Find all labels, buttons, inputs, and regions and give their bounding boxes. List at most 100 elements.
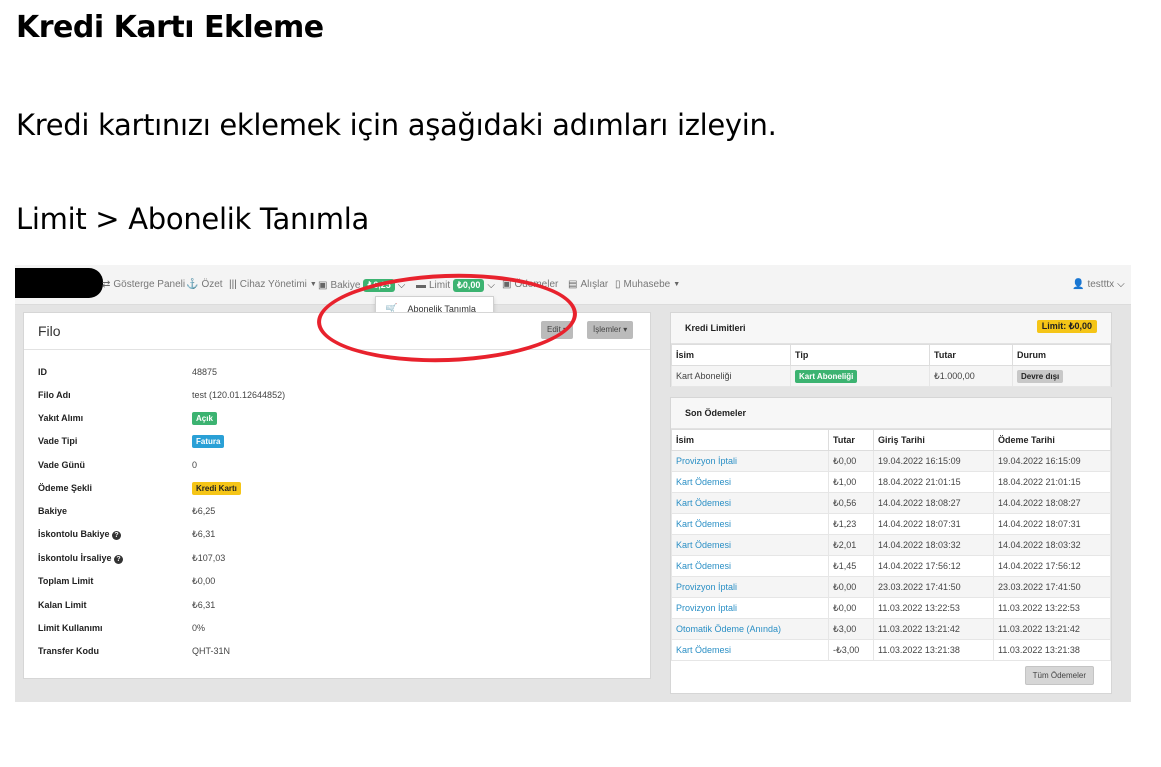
kredi-table: İsim Tip Tutar Durum Kart Aboneliği Kart… — [671, 344, 1111, 387]
panel-header: Kredi Limitleri Limit: ₺0,00 — [671, 313, 1111, 344]
row-label: ID — [38, 367, 47, 377]
actions-button-label: İşlemler — [593, 325, 622, 334]
panel-title: Son Ödemeler — [685, 408, 747, 418]
nav-ozet-label: Özet — [201, 279, 223, 290]
cell-tutar: ₺1,23 — [828, 513, 874, 535]
doc-path: Limit > Abonelik Tanımla — [16, 202, 369, 236]
table-row: Otomatik Ödeme (Anında) ₺3,00 11.03.2022 1… — [671, 618, 1111, 640]
payment-link[interactable]: Kart Ödemesi — [676, 645, 731, 655]
row-label: Filo Adı — [38, 390, 71, 400]
row-label: Toplam Limit — [38, 576, 94, 586]
cell-tutar: ₺3,00 — [828, 618, 874, 640]
table-row: Kart Ödemesi ₺0,56 14.04.2022 18:08:27 14.0… — [671, 492, 1111, 514]
nav-muhasebe-label: Muhasebe — [623, 279, 671, 290]
payment-link[interactable]: Kart Ödemesi — [676, 519, 731, 529]
payment-link[interactable]: Provizyon İptali — [676, 456, 737, 466]
payment-link[interactable]: Kart Ödemesi — [676, 498, 731, 508]
row-value: test (120.01.12644852) — [192, 390, 286, 400]
cell-giris: 23.03.2022 17:41:50 — [873, 576, 994, 598]
doc-intro: Kredi kartınızı eklemek için aşağıdaki a… — [16, 108, 777, 142]
row-label: İskontolu Bakiye — [38, 529, 110, 539]
cell-odeme: 19.04.2022 16:15:09 — [993, 450, 1111, 472]
cell-isim: Kart Aboneliği — [671, 365, 791, 387]
nav-cihaz[interactable]: ||| Cihaz Yönetimi ▼ — [229, 279, 317, 290]
cell-giris: 14.04.2022 18:03:32 — [873, 534, 994, 556]
nav-muhasebe[interactable]: ▯ Muhasebe ▼ — [615, 279, 680, 290]
question-icon[interactable]: ? — [114, 555, 124, 564]
row-label: İskontolu İrsaliye — [38, 553, 112, 563]
payment-link[interactable]: Provizyon İptali — [676, 603, 737, 613]
navbar: ⇄ Gösterge Paneli ⚓ Özet ||| Cihaz Yönetimi… — [15, 265, 1131, 305]
row-label: Limit Kullanımı — [38, 623, 103, 633]
user-menu[interactable]: 👤 testttx ⌵ — [1072, 279, 1125, 290]
filo-title: Filo — [38, 323, 61, 339]
dashboard-icon: ⇄ — [102, 279, 111, 290]
row-label: Vade Günü — [38, 460, 86, 470]
col-header: Tutar — [929, 344, 1013, 366]
cell-odeme: 11.03.2022 13:22:53 — [993, 597, 1111, 619]
row-value: QHT-31N — [192, 646, 231, 656]
cell-odeme: 11.03.2022 13:21:42 — [993, 618, 1111, 640]
nav-alislar[interactable]: ▤ Alışlar — [568, 279, 608, 290]
cell-giris: 18.04.2022 21:01:15 — [873, 471, 994, 493]
cell-giris: 14.04.2022 18:07:31 — [873, 513, 994, 535]
cell-giris: 14.04.2022 18:08:27 — [873, 492, 994, 514]
cell-tutar: ₺1,45 — [828, 555, 874, 577]
table-row: Kart Ödemesi -₺3,00 11.03.2022 13:21:38 11.… — [671, 639, 1111, 661]
table-row: Provizyon İptali ₺0,00 11.03.2022 13:22:53… — [671, 597, 1111, 619]
cell-odeme: 14.04.2022 18:03:32 — [993, 534, 1111, 556]
row-label: Vade Tipi — [38, 436, 78, 446]
user-icon: 👤 — [1072, 279, 1085, 290]
payment-link[interactable]: Provizyon İptali — [676, 582, 737, 592]
question-icon[interactable]: ? — [112, 531, 122, 540]
nav-ozet[interactable]: ⚓ Özet — [186, 279, 223, 290]
col-header: İsim — [671, 344, 791, 366]
cell-odeme: 14.04.2022 18:07:31 — [993, 513, 1111, 535]
table-row: Kart Ödemesi ₺1,45 14.04.2022 17:56:12 14.0… — [671, 555, 1111, 577]
table-row: Kart Aboneliği Kart Aboneliği ₺1.000,00 … — [671, 365, 1111, 387]
nav-gosterge[interactable]: ⇄ Gösterge Paneli — [102, 279, 185, 290]
row-value: 0% — [192, 623, 206, 633]
payment-link[interactable]: Kart Ödemesi — [676, 477, 731, 487]
cell-tutar: -₺3,00 — [828, 639, 874, 661]
cell-tutar: ₺2,01 — [828, 534, 874, 556]
table-row: Kart Ödemesi ₺1,00 18.04.2022 21:01:15 18.0… — [671, 471, 1111, 493]
divider — [24, 349, 650, 350]
cell-giris: 11.03.2022 13:22:53 — [873, 597, 994, 619]
cell-odeme: 23.03.2022 17:41:50 — [993, 576, 1111, 598]
row-label: Kalan Limit — [38, 600, 87, 610]
barcode-icon: ||| — [229, 279, 237, 290]
cell-giris: 11.03.2022 13:21:42 — [873, 618, 994, 640]
cell-tutar: ₺0,56 — [828, 492, 874, 514]
status-badge: Kredi Kartı — [192, 482, 241, 495]
row-value: ₺0,00 — [192, 576, 216, 586]
col-header: İsim — [671, 429, 829, 451]
table-row: Kart Ödemesi ₺2,01 14.04.2022 18:03:32 14.0… — [671, 534, 1111, 556]
actions-button[interactable]: İşlemler ▾ — [587, 321, 634, 339]
type-badge: Kart Aboneliği — [795, 369, 858, 383]
status-badge: Açık — [192, 412, 217, 425]
row-value: 48875 — [192, 367, 218, 377]
cell-odeme: 11.03.2022 13:21:38 — [993, 639, 1111, 661]
cell-giris: 14.04.2022 17:56:12 — [873, 555, 994, 577]
row-value: ₺107,03 — [192, 553, 226, 563]
limit-badge: Limit: ₺0,00 — [1036, 320, 1097, 333]
table-row: Kart Ödemesi ₺1,23 14.04.2022 18:07:31 14.0… — [671, 513, 1111, 535]
nav-gosterge-label: Gösterge Paneli — [113, 279, 186, 290]
cell-tutar: ₺1.000,00 — [929, 365, 1013, 387]
anchor-icon: ⚓ — [186, 279, 199, 290]
col-header: Ödeme Tarihi — [993, 429, 1111, 451]
payment-link[interactable]: Otomatik Ödeme (Anında) — [676, 624, 781, 634]
nav-cihaz-label: Cihaz Yönetimi — [239, 279, 307, 290]
row-value: ₺6,25 — [192, 506, 216, 516]
nav-alislar-label: Alışlar — [580, 279, 609, 290]
payment-link[interactable]: Kart Ödemesi — [676, 561, 731, 571]
doc-title: Kredi Kartı Ekleme — [16, 10, 324, 45]
row-value: 0 — [192, 460, 198, 470]
payment-link[interactable]: Kart Ödemesi — [676, 540, 731, 550]
all-payments-button[interactable]: Tüm Ödemeler — [1024, 666, 1094, 685]
filo-panel: Filo Edit ▾ İşlemler ▾ ID 48875 Filo Adı t… — [23, 312, 651, 679]
chevron-down-icon: ⌵ — [1117, 279, 1125, 290]
row-label: Bakiye — [38, 506, 68, 516]
caret-down-icon: ▼ — [673, 281, 681, 288]
